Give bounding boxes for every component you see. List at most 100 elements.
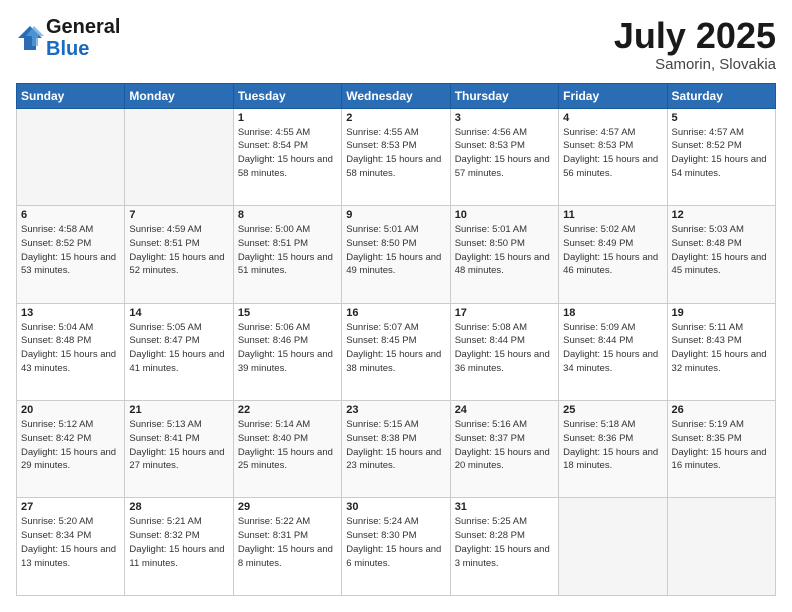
day-number: 4: [563, 112, 662, 124]
day-number: 16: [346, 307, 445, 319]
table-row: 21 Sunrise: 5:13 AMSunset: 8:41 PMDayligh…: [125, 401, 233, 498]
calendar-header-row: Sunday Monday Tuesday Wednesday Thursday…: [17, 83, 776, 108]
cell-info: Sunrise: 5:05 AMSunset: 8:47 PMDaylight:…: [129, 321, 228, 376]
cell-info: Sunrise: 5:13 AMSunset: 8:41 PMDaylight:…: [129, 418, 228, 473]
table-row: 12 Sunrise: 5:03 AMSunset: 8:48 PMDayligh…: [667, 206, 775, 303]
day-number: 28: [129, 501, 228, 513]
cell-info: Sunrise: 5:01 AMSunset: 8:50 PMDaylight:…: [346, 223, 445, 278]
cell-info: Sunrise: 5:20 AMSunset: 8:34 PMDaylight:…: [21, 515, 120, 570]
cell-info: Sunrise: 5:04 AMSunset: 8:48 PMDaylight:…: [21, 321, 120, 376]
table-row: 11Sunrise: 5:02 AMSunset: 8:49 PMDayligh…: [559, 206, 667, 303]
cell-info: Sunrise: 5:22 AMSunset: 8:31 PMDaylight:…: [238, 515, 337, 570]
cell-info: Sunrise: 5:01 AMSunset: 8:50 PMDaylight:…: [455, 223, 554, 278]
day-number: 22: [238, 404, 337, 416]
cell-info: Sunrise: 5:07 AMSunset: 8:45 PMDaylight:…: [346, 321, 445, 376]
day-number: 5: [672, 112, 771, 124]
calendar-week-row: 27 Sunrise: 5:20 AMSunset: 8:34 PMDayligh…: [17, 498, 776, 596]
day-number: 2: [346, 112, 445, 124]
table-row: 6 Sunrise: 4:58 AMSunset: 8:52 PMDaylight…: [17, 206, 125, 303]
table-row: 24Sunrise: 5:16 AMSunset: 8:37 PMDayligh…: [450, 401, 558, 498]
day-number: 29: [238, 501, 337, 513]
table-row: 8Sunrise: 5:00 AMSunset: 8:51 PMDaylight…: [233, 206, 341, 303]
day-number: 17: [455, 307, 554, 319]
cell-info: Sunrise: 5:15 AMSunset: 8:38 PMDaylight:…: [346, 418, 445, 473]
header-monday: Monday: [125, 83, 233, 108]
cell-info: Sunrise: 4:56 AMSunset: 8:53 PMDaylight:…: [455, 126, 554, 181]
day-number: 9: [346, 209, 445, 221]
table-row: 15Sunrise: 5:06 AMSunset: 8:46 PMDayligh…: [233, 303, 341, 400]
day-number: 30: [346, 501, 445, 513]
logo-icon: [16, 24, 44, 52]
table-row: 10 Sunrise: 5:01 AMSunset: 8:50 PMDayligh…: [450, 206, 558, 303]
cell-info: Sunrise: 4:57 AMSunset: 8:53 PMDaylight:…: [563, 126, 662, 181]
table-row: 9 Sunrise: 5:01 AMSunset: 8:50 PMDaylight…: [342, 206, 450, 303]
table-row: 4 Sunrise: 4:57 AMSunset: 8:53 PMDaylight…: [559, 108, 667, 205]
day-number: 26: [672, 404, 771, 416]
cell-info: Sunrise: 4:59 AMSunset: 8:51 PMDaylight:…: [129, 223, 228, 278]
table-row: 18 Sunrise: 5:09 AMSunset: 8:44 PMDayligh…: [559, 303, 667, 400]
header-wednesday: Wednesday: [342, 83, 450, 108]
table-row: 30 Sunrise: 5:24 AMSunset: 8:30 PMDayligh…: [342, 498, 450, 596]
table-row: 29 Sunrise: 5:22 AMSunset: 8:31 PMDayligh…: [233, 498, 341, 596]
cell-info: Sunrise: 5:12 AMSunset: 8:42 PMDaylight:…: [21, 418, 120, 473]
table-row: 5 Sunrise: 4:57 AMSunset: 8:52 PMDaylight…: [667, 108, 775, 205]
day-number: 7: [129, 209, 228, 221]
table-row: 13 Sunrise: 5:04 AMSunset: 8:48 PMDayligh…: [17, 303, 125, 400]
cell-info: Sunrise: 5:21 AMSunset: 8:32 PMDaylight:…: [129, 515, 228, 570]
day-number: 25: [563, 404, 662, 416]
cell-info: Sunrise: 5:09 AMSunset: 8:44 PMDaylight:…: [563, 321, 662, 376]
table-row: 26 Sunrise: 5:19 AMSunset: 8:35 PMDayligh…: [667, 401, 775, 498]
table-row: 7 Sunrise: 4:59 AMSunset: 8:51 PMDaylight…: [125, 206, 233, 303]
table-row: 14 Sunrise: 5:05 AMSunset: 8:47 PMDayligh…: [125, 303, 233, 400]
day-number: 6: [21, 209, 120, 221]
cell-info: Sunrise: 5:18 AMSunset: 8:36 PMDaylight:…: [563, 418, 662, 473]
day-number: 18: [563, 307, 662, 319]
day-number: 23: [346, 404, 445, 416]
calendar-week-row: 6 Sunrise: 4:58 AMSunset: 8:52 PMDaylight…: [17, 206, 776, 303]
cell-info: Sunrise: 5:03 AMSunset: 8:48 PMDaylight:…: [672, 223, 771, 278]
table-row: 1 Sunrise: 4:55 AMSunset: 8:54 PMDaylight…: [233, 108, 341, 205]
table-row: 27 Sunrise: 5:20 AMSunset: 8:34 PMDayligh…: [17, 498, 125, 596]
table-row: 16 Sunrise: 5:07 AMSunset: 8:45 PMDayligh…: [342, 303, 450, 400]
cell-info: Sunrise: 5:02 AMSunset: 8:49 PMDaylight:…: [563, 223, 662, 278]
day-number: 21: [129, 404, 228, 416]
day-number: 24: [455, 404, 554, 416]
table-row: 20Sunrise: 5:12 AMSunset: 8:42 PMDayligh…: [17, 401, 125, 498]
page: General Blue July 2025 Samorin, Slovakia…: [0, 0, 792, 612]
table-row: 3Sunrise: 4:56 AMSunset: 8:53 PMDaylight…: [450, 108, 558, 205]
cell-info: Sunrise: 4:55 AMSunset: 8:54 PMDaylight:…: [238, 126, 337, 181]
calendar-table: Sunday Monday Tuesday Wednesday Thursday…: [16, 83, 776, 596]
header: General Blue July 2025 Samorin, Slovakia: [16, 16, 776, 73]
calendar-week-row: 1 Sunrise: 4:55 AMSunset: 8:54 PMDaylight…: [17, 108, 776, 205]
day-number: 15: [238, 307, 337, 319]
header-saturday: Saturday: [667, 83, 775, 108]
table-row: [125, 108, 233, 205]
table-row: 2Sunrise: 4:55 AMSunset: 8:53 PMDaylight…: [342, 108, 450, 205]
logo-blue-text: Blue: [46, 38, 89, 60]
cell-info: Sunrise: 5:08 AMSunset: 8:44 PMDaylight:…: [455, 321, 554, 376]
day-number: 13: [21, 307, 120, 319]
table-row: [667, 498, 775, 596]
table-row: 31Sunrise: 5:25 AMSunset: 8:28 PMDayligh…: [450, 498, 558, 596]
day-number: 14: [129, 307, 228, 319]
cell-info: Sunrise: 5:19 AMSunset: 8:35 PMDaylight:…: [672, 418, 771, 473]
day-number: 19: [672, 307, 771, 319]
day-number: 12: [672, 209, 771, 221]
header-friday: Friday: [559, 83, 667, 108]
cell-info: Sunrise: 5:11 AMSunset: 8:43 PMDaylight:…: [672, 321, 771, 376]
day-number: 1: [238, 112, 337, 124]
cell-info: Sunrise: 5:24 AMSunset: 8:30 PMDaylight:…: [346, 515, 445, 570]
cell-info: Sunrise: 4:57 AMSunset: 8:52 PMDaylight:…: [672, 126, 771, 181]
month-year-title: July 2025: [614, 16, 776, 56]
logo-general-text: General: [46, 16, 120, 38]
table-row: 28 Sunrise: 5:21 AMSunset: 8:32 PMDayligh…: [125, 498, 233, 596]
day-number: 10: [455, 209, 554, 221]
title-block: July 2025 Samorin, Slovakia: [614, 16, 776, 73]
day-number: 27: [21, 501, 120, 513]
table-row: 19 Sunrise: 5:11 AMSunset: 8:43 PMDayligh…: [667, 303, 775, 400]
cell-info: Sunrise: 4:58 AMSunset: 8:52 PMDaylight:…: [21, 223, 120, 278]
day-number: 8: [238, 209, 337, 221]
cell-info: Sunrise: 5:14 AMSunset: 8:40 PMDaylight:…: [238, 418, 337, 473]
header-thursday: Thursday: [450, 83, 558, 108]
logo: General Blue: [16, 16, 120, 60]
